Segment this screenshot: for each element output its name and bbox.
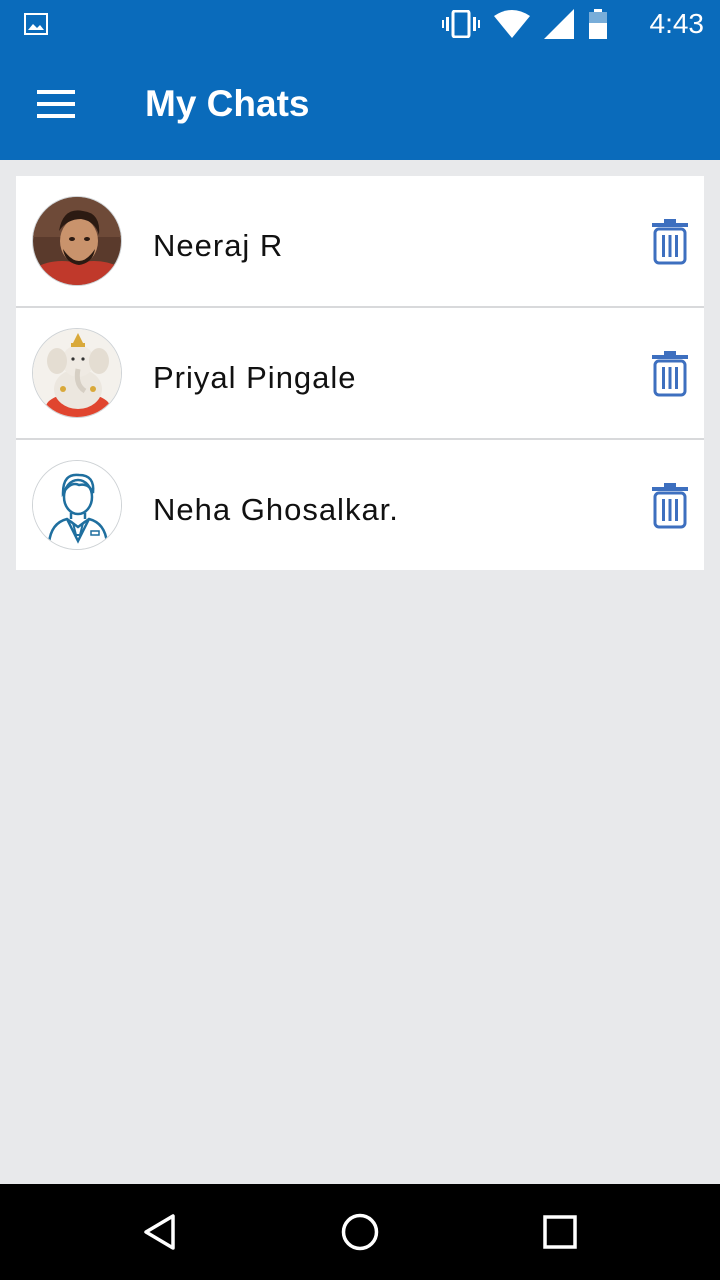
chat-row[interactable]: Priyal Pingale xyxy=(16,308,704,440)
navigation-bar xyxy=(0,1184,720,1280)
image-notification-icon xyxy=(24,13,48,35)
recents-button[interactable] xyxy=(520,1204,600,1260)
chat-row[interactable]: Neeraj R xyxy=(16,176,704,308)
chat-name: Neha Ghosalkar. xyxy=(153,492,399,527)
hamburger-menu-icon xyxy=(37,90,75,118)
signal-icon xyxy=(544,9,574,39)
recents-icon xyxy=(543,1215,577,1249)
home-icon xyxy=(341,1213,379,1251)
back-icon xyxy=(144,1214,175,1250)
avatar xyxy=(32,196,122,286)
default-user-avatar xyxy=(33,461,121,549)
wifi-icon xyxy=(494,10,530,38)
chat-name: Priyal Pingale xyxy=(153,360,357,395)
avatar xyxy=(32,460,122,550)
trash-icon xyxy=(652,483,688,529)
man-photo-avatar xyxy=(33,197,121,285)
delete-chat-button[interactable] xyxy=(646,214,694,270)
vibrate-icon xyxy=(442,10,480,38)
trash-icon xyxy=(652,219,688,265)
page-title: My Chats xyxy=(145,83,310,124)
chat-list: Neeraj R Priyal Pingale Neha Ghosalkar. xyxy=(16,176,704,570)
chat-row[interactable]: Neha Ghosalkar. xyxy=(16,440,704,570)
chat-name: Neeraj R xyxy=(153,228,284,263)
menu-button[interactable] xyxy=(22,76,90,132)
battery-icon xyxy=(589,9,607,39)
ganesha-photo-avatar xyxy=(33,329,121,417)
app-bar: My Chats xyxy=(0,48,720,160)
status-time: 4:43 xyxy=(649,8,705,39)
delete-chat-button[interactable] xyxy=(646,346,694,402)
back-button[interactable] xyxy=(120,1204,200,1260)
status-bar: 4:43 xyxy=(0,0,720,48)
avatar xyxy=(32,328,122,418)
home-button[interactable] xyxy=(320,1204,400,1260)
delete-chat-button[interactable] xyxy=(646,478,694,534)
status-icons xyxy=(442,8,608,40)
trash-icon xyxy=(652,351,688,397)
